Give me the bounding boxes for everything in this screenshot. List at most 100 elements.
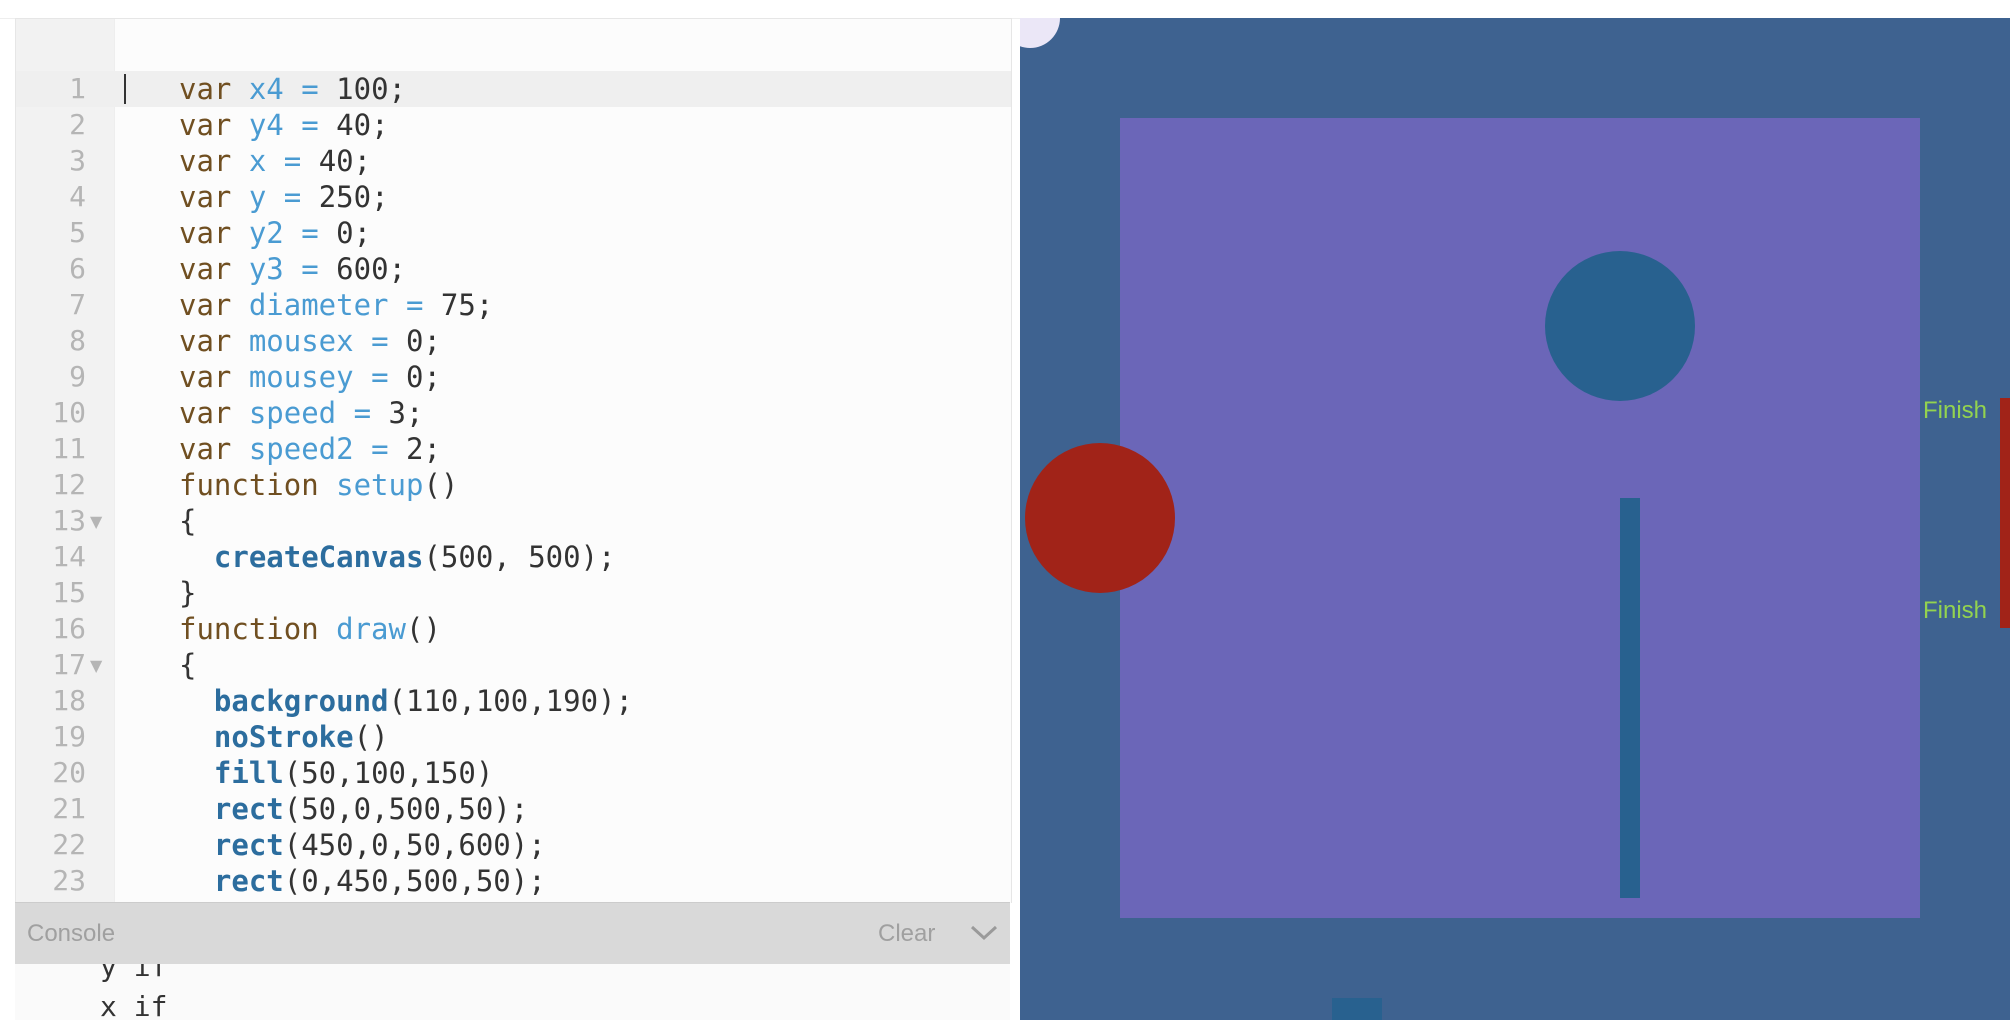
code-line[interactable]: 3 var x = 40; [16,143,1011,179]
fold-arrow-icon[interactable]: ▼ [90,648,102,684]
line-number: 16 [52,612,86,645]
code-token: var [179,144,249,178]
chevron-down-icon[interactable] [970,925,998,941]
code-line[interactable]: 5 var y2 = 0; [16,215,1011,251]
code-token: rect [213,792,284,826]
code-line[interactable]: 16 function draw() [16,611,1011,647]
line-number: 18 [52,684,86,717]
red-player-ball [1025,443,1175,593]
code-line[interactable]: 9 var mousey = 0; [16,359,1011,395]
code-line[interactable]: 12 function setup() [16,467,1011,503]
code-token: var [179,288,249,322]
code-token: function [179,612,337,646]
code-line[interactable]: 18 background(110,100,190); [16,683,1011,719]
line-number: 19 [52,720,86,753]
code-line[interactable]: 15} [16,575,1011,611]
code-text: } [179,575,196,611]
line-number: 13 [52,504,86,537]
code-token: y [248,180,267,214]
code-token: () [353,720,389,754]
code-token: var [179,324,249,358]
code-text: var y = 250; [179,179,389,215]
code-token: function [179,468,337,502]
code-token: 600 [336,252,389,286]
code-line[interactable]: 23 rect(0,450,500,50); [16,863,1011,899]
sketch-preview[interactable]: Finish Finish [1020,18,2010,1020]
code-line[interactable]: 20 fill(50,100,150) [16,755,1011,791]
code-token: = [283,252,337,286]
code-line[interactable]: 17 ▼ { [16,647,1011,683]
code-token: var [179,180,249,214]
code-token: var [179,252,249,286]
code-token: mousex [248,324,354,358]
code-token: (450,0,50,600); [283,828,546,862]
line-number: 22 [52,828,86,861]
code-lines[interactable]: 1 var x4 = 100; 2 var y4 = 40; 3 var x = 40; 4… [16,71,1011,899]
code-token: x [248,144,267,178]
code-token: = [283,108,337,142]
line-number: 9 [69,360,86,393]
line-number: 11 [52,432,86,465]
code-token: 40 [318,144,354,178]
code-token: ; [423,432,441,466]
code-line[interactable]: 4 var y = 250; [16,179,1011,215]
code-line[interactable]: 19 noStroke() [16,719,1011,755]
console-output: y if x if [15,964,1010,1020]
line-number: 14 [52,540,86,573]
code-line[interactable]: 1 var x4 = 100; [16,71,1011,107]
fold-arrow-icon[interactable]: ▼ [90,504,102,540]
console-label: Console [27,920,116,947]
code-text: createCanvas(500, 500); [179,539,616,575]
code-token: = [353,360,406,394]
code-token: ; [406,396,424,430]
code-token: noStroke [213,720,354,754]
code-line[interactable]: 22 rect(450,0,50,600); [16,827,1011,863]
code-text: var y2 = 0; [179,215,371,251]
code-line[interactable]: 21 rect(50,0,500,50); [16,791,1011,827]
code-token: ; [475,288,494,322]
line-number: 1 [69,72,86,105]
code-token: 0 [406,360,424,394]
code-editor[interactable]: 1 var x4 = 100; 2 var y4 = 40; 3 var x = 40; 4… [15,18,1012,903]
code-text: { [179,503,196,539]
play-area [1120,118,1920,918]
code-line[interactable]: 7 var diameter = 75; [16,287,1011,323]
console-line: x if [100,990,168,1020]
code-token: var [179,432,249,466]
line-number: 23 [52,864,86,897]
code-text: { [179,647,196,683]
code-token: diameter [248,288,389,322]
code-token: = [283,72,337,106]
code-line[interactable]: 6 var y3 = 600; [16,251,1011,287]
code-text: noStroke() [179,719,389,755]
code-line[interactable]: 14 createCanvas(500, 500); [16,539,1011,575]
code-token: ; [371,108,389,142]
code-token: (110,100,190); [388,684,633,718]
code-line[interactable]: 11 var speed2 = 2; [16,431,1011,467]
line-number: 12 [52,468,86,501]
clear-button[interactable]: Clear [878,920,935,948]
top-strip [0,0,2010,19]
code-token: var [179,108,249,142]
code-token: 100 [336,72,389,106]
code-line[interactable]: 2 var y4 = 40; [16,107,1011,143]
code-line[interactable]: 8 var mousex = 0; [16,323,1011,359]
code-token: (50,100,150) [283,756,494,790]
code-token: ; [388,72,407,106]
code-token: (0,450,500,50); [283,864,546,898]
code-line[interactable]: 10 var speed = 3; [16,395,1011,431]
code-text: fill(50,100,150) [179,755,493,791]
sketch-canvas[interactable]: Finish Finish [1020,18,2010,1020]
code-token: = [266,144,319,178]
code-text: function setup() [179,467,458,503]
code-token: = [353,324,406,358]
code-token: ; [388,252,407,286]
code-text: var x = 40; [179,143,371,179]
code-line[interactable]: 13 ▼ { [16,503,1011,539]
line-number: 21 [52,792,86,825]
code-token: (500, 500); [423,540,616,574]
code-token: 2 [406,432,424,466]
